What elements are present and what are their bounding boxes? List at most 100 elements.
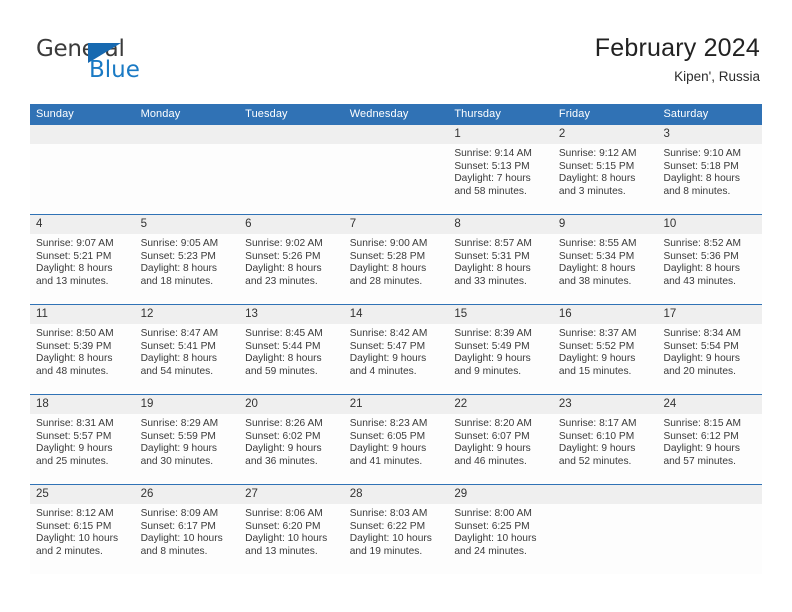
day-number[interactable]: 7 [344,215,449,234]
sunrise-text: Sunrise: 8:26 AM [245,418,323,429]
day-number[interactable]: 18 [30,395,135,414]
weekday-header-row: Sunday Monday Tuesday Wednesday Thursday Frid… [30,104,762,125]
day-cell[interactable]: Sunrise: 9:10 AM Sunset: 5:18 PM Daylight:… [657,144,762,214]
day-detail-band: Sunrise: 8:31 AM Sunset: 5:57 PM Daylight:… [30,414,762,484]
day-number[interactable]: 19 [135,395,240,414]
general-blue-logo[interactable]: General Blue [36,38,236,86]
day-number[interactable]: 27 [239,485,344,504]
daylight-text-cont: and 4 minutes. [349,365,417,377]
day-cell-empty [344,144,449,214]
day-cell[interactable]: Sunrise: 8:12 AM Sunset: 6:15 PM Daylight:… [30,504,135,574]
sunset-text: Sunset: 5:52 PM [558,340,635,352]
day-cell[interactable]: Sunrise: 8:55 AM Sunset: 5:34 PM Daylight:… [553,234,658,304]
day-number[interactable]: 20 [239,395,344,414]
sunrise-text: Sunrise: 8:50 AM [36,328,114,339]
day-cell[interactable]: Sunrise: 8:26 AM Sunset: 6:02 PM Daylight:… [239,414,344,484]
daylight-text-cont: and 43 minutes. [663,275,736,287]
day-cell[interactable]: Sunrise: 8:03 AM Sunset: 6:22 PM Daylight:… [344,504,449,574]
day-cell[interactable]: Sunrise: 8:50 AM Sunset: 5:39 PM Daylight:… [30,324,135,394]
sunrise-text: Sunrise: 8:34 AM [663,328,742,339]
day-detail-band: Sunrise: 9:14 AM Sunset: 5:13 PM Daylight:… [30,144,762,214]
day-number[interactable]: 5 [135,215,240,234]
day-number-band: 4 5 6 7 8 9 10 [30,215,762,234]
calendar-week-row: 18 19 20 21 22 23 24 Sunrise: 8:31 AM Sunset: 5:… [30,394,762,484]
day-cell[interactable]: Sunrise: 8:29 AM Sunset: 5:59 PM Daylight:… [135,414,240,484]
weekday-header-monday: Monday [140,108,181,120]
day-number[interactable]: 6 [239,215,344,234]
day-cell[interactable]: Sunrise: 8:17 AM Sunset: 6:10 PM Daylight:… [553,414,658,484]
day-cell[interactable]: Sunrise: 8:34 AM Sunset: 5:54 PM Daylight:… [657,324,762,394]
daylight-text-cont: and 57 minutes. [663,455,736,467]
day-cell[interactable]: Sunrise: 8:06 AM Sunset: 6:20 PM Daylight:… [239,504,344,574]
day-cell[interactable]: Sunrise: 9:00 AM Sunset: 5:28 PM Daylight:… [344,234,449,304]
calendar-weeks: 1 2 3 Sunrise: 9:14 AM Sunset: 5:13 PM Daylig… [30,125,762,574]
day-number[interactable]: 11 [30,305,135,324]
day-number[interactable]: 23 [553,395,658,414]
daylight-text-cont: and 20 minutes. [663,365,736,377]
day-cell[interactable]: Sunrise: 9:05 AM Sunset: 5:23 PM Daylight:… [135,234,240,304]
day-cell[interactable]: Sunrise: 8:45 AM Sunset: 5:44 PM Daylight:… [239,324,344,394]
weekday-header-thursday: Thursday [454,108,501,120]
sunset-text: Sunset: 5:34 PM [558,250,635,262]
weekday-header-tuesday: Tuesday [245,108,288,120]
day-number[interactable]: 12 [135,305,240,324]
day-detail-band: Sunrise: 8:50 AM Sunset: 5:39 PM Daylight:… [30,324,762,394]
day-number[interactable]: 9 [553,215,658,234]
day-number[interactable]: 3 [657,125,762,144]
day-cell[interactable]: Sunrise: 8:23 AM Sunset: 6:05 PM Daylight:… [344,414,449,484]
sunrise-text: Sunrise: 8:57 AM [454,238,532,249]
sunrise-text: Sunrise: 8:55 AM [558,238,637,249]
daylight-text-cont: and 28 minutes. [349,275,423,287]
day-number[interactable]: 8 [448,215,553,234]
day-number[interactable]: 26 [135,485,240,504]
day-cell[interactable]: Sunrise: 8:57 AM Sunset: 5:31 PM Daylight:… [448,234,553,304]
sunset-text: Sunset: 5:36 PM [663,250,739,262]
day-number[interactable]: 25 [30,485,135,504]
day-number[interactable]: 29 [448,485,553,504]
daylight-text-cont: and 46 minutes. [454,455,527,467]
day-number[interactable]: 21 [344,395,449,414]
sunrise-text: Sunrise: 9:12 AM [558,148,637,159]
day-cell[interactable]: Sunrise: 8:39 AM Sunset: 5:49 PM Daylight:… [448,324,553,394]
day-cell[interactable]: Sunrise: 9:07 AM Sunset: 5:21 PM Daylight:… [30,234,135,304]
day-number[interactable]: 22 [448,395,553,414]
day-cell[interactable]: Sunrise: 8:15 AM Sunset: 6:12 PM Daylight:… [657,414,762,484]
sunrise-text: Sunrise: 9:00 AM [349,238,428,249]
daylight-text: Daylight: 10 hours [140,533,223,545]
daylight-text-cont: and 9 minutes. [454,365,522,377]
day-number[interactable]: 15 [448,305,553,324]
day-number[interactable]: 1 [448,125,553,144]
sunset-text: Sunset: 6:12 PM [663,430,739,442]
daylight-text-cont: and 59 minutes. [245,365,318,377]
page-title: February 2024 [594,34,760,62]
calendar-page: General Blue February 2024 Kipen', Russi… [0,0,792,612]
day-number-band: 18 19 20 21 22 23 24 [30,395,762,414]
sunrise-text: Sunrise: 8:42 AM [349,328,428,339]
day-cell[interactable]: Sunrise: 8:31 AM Sunset: 5:57 PM Daylight:… [30,414,135,484]
day-cell[interactable]: Sunrise: 8:37 AM Sunset: 5:52 PM Daylight:… [553,324,658,394]
sunset-text: Sunset: 5:26 PM [245,250,321,262]
sunrise-text: Sunrise: 8:45 AM [245,328,323,339]
day-number[interactable]: 10 [657,215,762,234]
day-number[interactable]: 13 [239,305,344,324]
day-cell[interactable]: Sunrise: 8:09 AM Sunset: 6:17 PM Daylight:… [135,504,240,574]
day-cell[interactable]: Sunrise: 8:00 AM Sunset: 6:25 PM Daylight:… [448,504,553,574]
day-number[interactable]: 14 [344,305,449,324]
day-cell[interactable]: Sunrise: 8:42 AM Sunset: 5:47 PM Daylight:… [344,324,449,394]
daylight-text: Daylight: 9 hours [349,443,427,455]
day-number[interactable]: 28 [344,485,449,504]
day-number[interactable]: 24 [657,395,762,414]
day-number[interactable]: 17 [657,305,762,324]
day-cell[interactable]: Sunrise: 9:14 AM Sunset: 5:13 PM Daylight:… [448,144,553,214]
sunrise-text: Sunrise: 9:14 AM [454,148,532,159]
day-cell[interactable]: Sunrise: 8:20 AM Sunset: 6:07 PM Daylight:… [448,414,553,484]
day-cell[interactable]: Sunrise: 9:02 AM Sunset: 5:26 PM Daylight:… [239,234,344,304]
day-cell[interactable]: Sunrise: 9:12 AM Sunset: 5:15 PM Daylight:… [553,144,658,214]
daylight-text: Daylight: 8 hours [140,263,218,275]
day-number[interactable]: 16 [553,305,658,324]
day-cell[interactable]: Sunrise: 8:47 AM Sunset: 5:41 PM Daylight:… [135,324,240,394]
day-number[interactable]: 4 [30,215,135,234]
day-cell[interactable]: Sunrise: 8:52 AM Sunset: 5:36 PM Daylight:… [657,234,762,304]
day-number[interactable]: 2 [553,125,658,144]
sunset-text: Sunset: 6:05 PM [349,430,426,442]
